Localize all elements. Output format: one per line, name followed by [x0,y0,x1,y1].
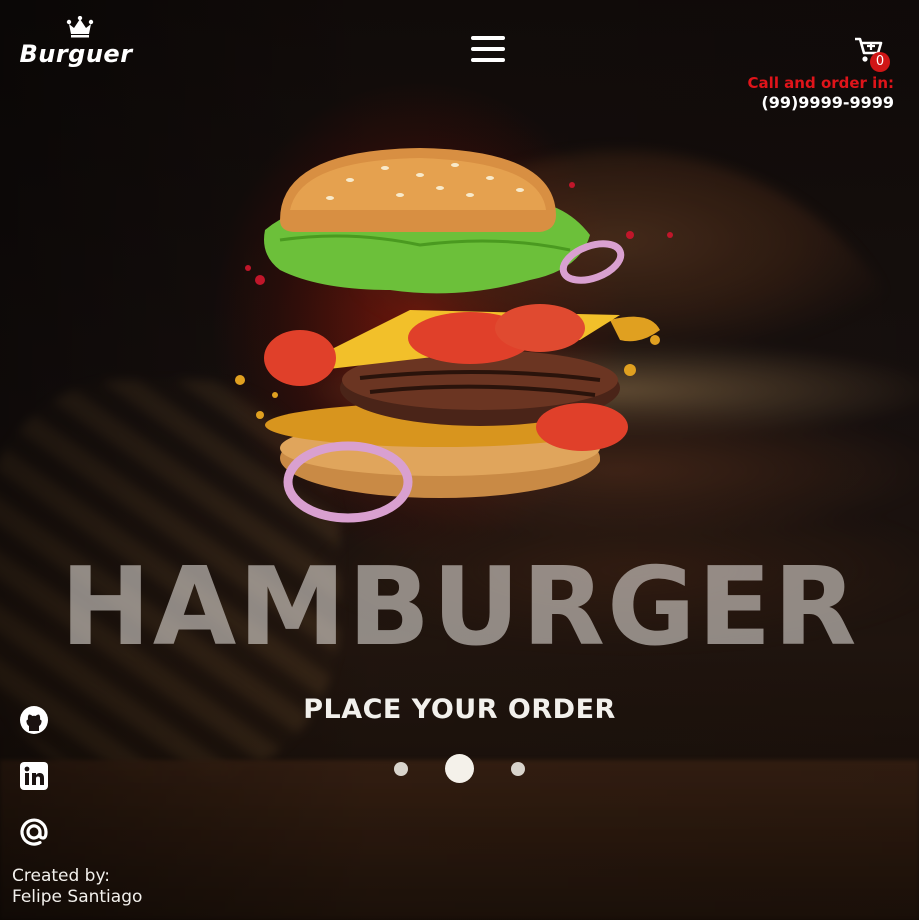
slide-dot-1[interactable] [394,762,408,776]
slide-dot-2-active[interactable] [445,754,474,783]
credit-label: Created by: [12,866,111,886]
call-info: Call and order in: (99)9999-9999 [748,74,894,112]
menu-button[interactable] [471,36,505,68]
github-icon [20,706,48,734]
at-sign-icon [20,818,48,846]
hero-title: HAMBURGER [60,545,859,670]
github-link[interactable] [18,704,50,736]
hamburger-line [471,36,505,40]
linkedin-link[interactable] [18,760,50,792]
call-label: Call and order in: [747,74,894,92]
page: Burguer 0 Call and order in: (99)9999-99… [0,0,919,920]
linkedin-icon [20,762,48,790]
crown-icon [66,16,94,38]
hero-burger-image [235,148,673,523]
cart-button[interactable]: 0 [854,36,890,72]
place-order-button[interactable]: PLACE YOUR ORDER [0,694,919,725]
logo[interactable]: Burguer [19,16,135,68]
slider-dots [390,754,530,784]
slide-dot-3[interactable] [511,762,525,776]
brand-name: Burguer [19,40,133,68]
hamburger-line [471,47,505,51]
phone-number[interactable]: (99)9999-9999 [748,93,894,112]
cart-count-badge: 0 [870,52,890,72]
credit-name[interactable]: Felipe Santiago [12,887,142,908]
hamburger-line [471,58,505,62]
credit: Created by: Felipe Santiago [12,866,142,908]
email-link[interactable] [18,816,50,848]
